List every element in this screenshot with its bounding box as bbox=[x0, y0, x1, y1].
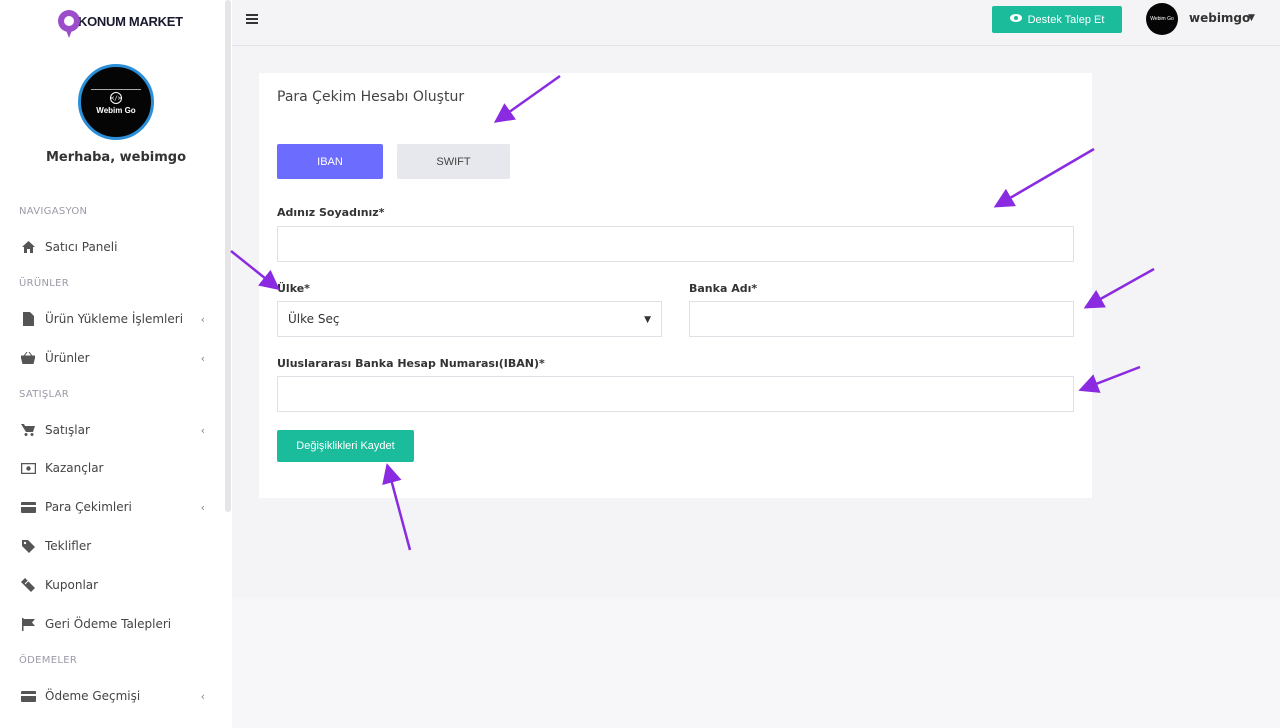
sidebar-item-label: Ödeme Geçmişi bbox=[45, 689, 141, 703]
sidebar-item-label: Kazançlar bbox=[45, 461, 104, 475]
flag-icon bbox=[19, 617, 37, 631]
sidebar-item-label: Ürün Yükleme İşlemleri bbox=[45, 312, 184, 326]
caret-down-icon: ▼ bbox=[644, 315, 651, 325]
sidebar-item-kuponlar[interactable]: Kuponlar bbox=[19, 572, 209, 598]
avatar: </> Webim Go bbox=[78, 64, 154, 140]
sidebar-item-label: Geri Ödeme Talepleri bbox=[45, 617, 172, 631]
eye-icon bbox=[1009, 14, 1022, 25]
avatar-brand: Webim Go bbox=[96, 106, 136, 115]
sidebar-item-satislar[interactable]: Satışlar ‹ bbox=[19, 417, 209, 443]
withdrawal-account-card: Para Çekim Hesabı Oluştur IBAN SWIFT Adı… bbox=[259, 73, 1092, 498]
sidebar-item-para-cekimleri[interactable]: Para Çekimleri ‹ bbox=[19, 494, 209, 520]
support-request-button[interactable]: Destek Talep Et bbox=[992, 6, 1122, 33]
iban-field[interactable] bbox=[277, 376, 1074, 412]
tab-swift[interactable]: SWIFT bbox=[397, 144, 510, 179]
sidebar-scrollbar[interactable] bbox=[225, 0, 231, 512]
location-pin-icon bbox=[58, 10, 80, 38]
tag-icon bbox=[19, 539, 37, 553]
logo-text: KONUM MARKET bbox=[78, 13, 183, 29]
sidebar-item-teklifler[interactable]: Teklifler bbox=[19, 533, 209, 559]
chevron-left-icon: ‹ bbox=[200, 500, 205, 514]
chevron-left-icon: ‹ bbox=[200, 312, 205, 326]
avatar-divider bbox=[91, 89, 141, 90]
sidebar-item-urunler[interactable]: Ürünler ‹ bbox=[19, 345, 209, 371]
user-avatar-brand: Webim Go bbox=[1150, 16, 1174, 22]
country-select-value: Ülke Seç bbox=[288, 312, 340, 326]
topbar: Destek Talep Et Webim Go webimgo ▼ bbox=[232, 0, 1280, 46]
nav-section-odemeler: ÖDEMELER bbox=[19, 655, 78, 666]
save-changes-button[interactable]: Değişiklikleri Kaydet bbox=[277, 430, 414, 462]
nav-section-navigasyon: NAVIGASYON bbox=[19, 206, 88, 217]
chevron-left-icon: ‹ bbox=[200, 351, 205, 365]
sidebar-item-label: Teklifler bbox=[45, 539, 92, 553]
code-icon: </> bbox=[110, 92, 122, 104]
iban-label: Uluslararası Banka Hesap Numarası(IBAN)* bbox=[277, 357, 545, 370]
user-avatar[interactable]: Webim Go bbox=[1146, 3, 1178, 35]
full-name-field[interactable] bbox=[277, 226, 1074, 262]
footer-area bbox=[232, 598, 1280, 728]
bank-name-label: Banka Adı* bbox=[689, 282, 758, 295]
country-label: Ülke* bbox=[277, 282, 310, 295]
tab-iban[interactable]: IBAN bbox=[277, 144, 383, 179]
greeting: Merhaba, webimgo bbox=[45, 150, 187, 165]
sidebar-item-kazanclar[interactable]: Kazançlar bbox=[19, 455, 209, 481]
user-menu-name[interactable]: webimgo bbox=[1189, 11, 1250, 25]
nav-section-satislar: SATIŞLAR bbox=[19, 389, 69, 400]
caret-down-icon[interactable]: ▼ bbox=[1248, 13, 1255, 23]
sidebar-item-label: Ürünler bbox=[45, 351, 90, 365]
sidebar-item-odeme-gecmisi[interactable]: Ödeme Geçmişi ‹ bbox=[19, 683, 209, 709]
sidebar: KONUM MARKET </> Webim Go Merhaba, webim… bbox=[0, 0, 232, 728]
ticket-icon bbox=[19, 578, 37, 592]
credit-card-icon bbox=[19, 689, 37, 703]
bank-name-field[interactable] bbox=[689, 301, 1074, 337]
chevron-left-icon: ‹ bbox=[200, 423, 205, 437]
sidebar-item-urun-yukleme[interactable]: Ürün Yükleme İşlemleri ‹ bbox=[19, 306, 209, 332]
full-name-label: Adınız Soyadınız* bbox=[277, 206, 385, 219]
sidebar-item-label: Para Çekimleri bbox=[45, 500, 132, 514]
support-request-label: Destek Talep Et bbox=[1027, 13, 1105, 26]
money-icon bbox=[19, 461, 37, 475]
sidebar-item-label: Kuponlar bbox=[45, 578, 99, 592]
sidebar-item-satici-paneli[interactable]: Satıcı Paneli bbox=[19, 234, 209, 260]
country-select[interactable]: Ülke Seç ▼ bbox=[277, 301, 662, 337]
sidebar-item-geri-odeme[interactable]: Geri Ödeme Talepleri bbox=[19, 611, 209, 637]
file-icon bbox=[19, 312, 37, 326]
page-title: Para Çekim Hesabı Oluştur bbox=[277, 89, 465, 105]
cart-icon bbox=[19, 423, 37, 437]
sidebar-item-label: Satıcı Paneli bbox=[45, 240, 118, 254]
nav-section-urunler: ÜRÜNLER bbox=[19, 278, 70, 289]
chevron-left-icon: ‹ bbox=[200, 689, 205, 703]
home-icon bbox=[19, 240, 37, 254]
basket-icon bbox=[19, 351, 37, 365]
sidebar-item-label: Satışlar bbox=[45, 423, 90, 437]
hamburger-menu-icon[interactable] bbox=[246, 14, 258, 26]
logo[interactable]: KONUM MARKET bbox=[58, 4, 183, 38]
credit-card-icon bbox=[19, 500, 37, 514]
